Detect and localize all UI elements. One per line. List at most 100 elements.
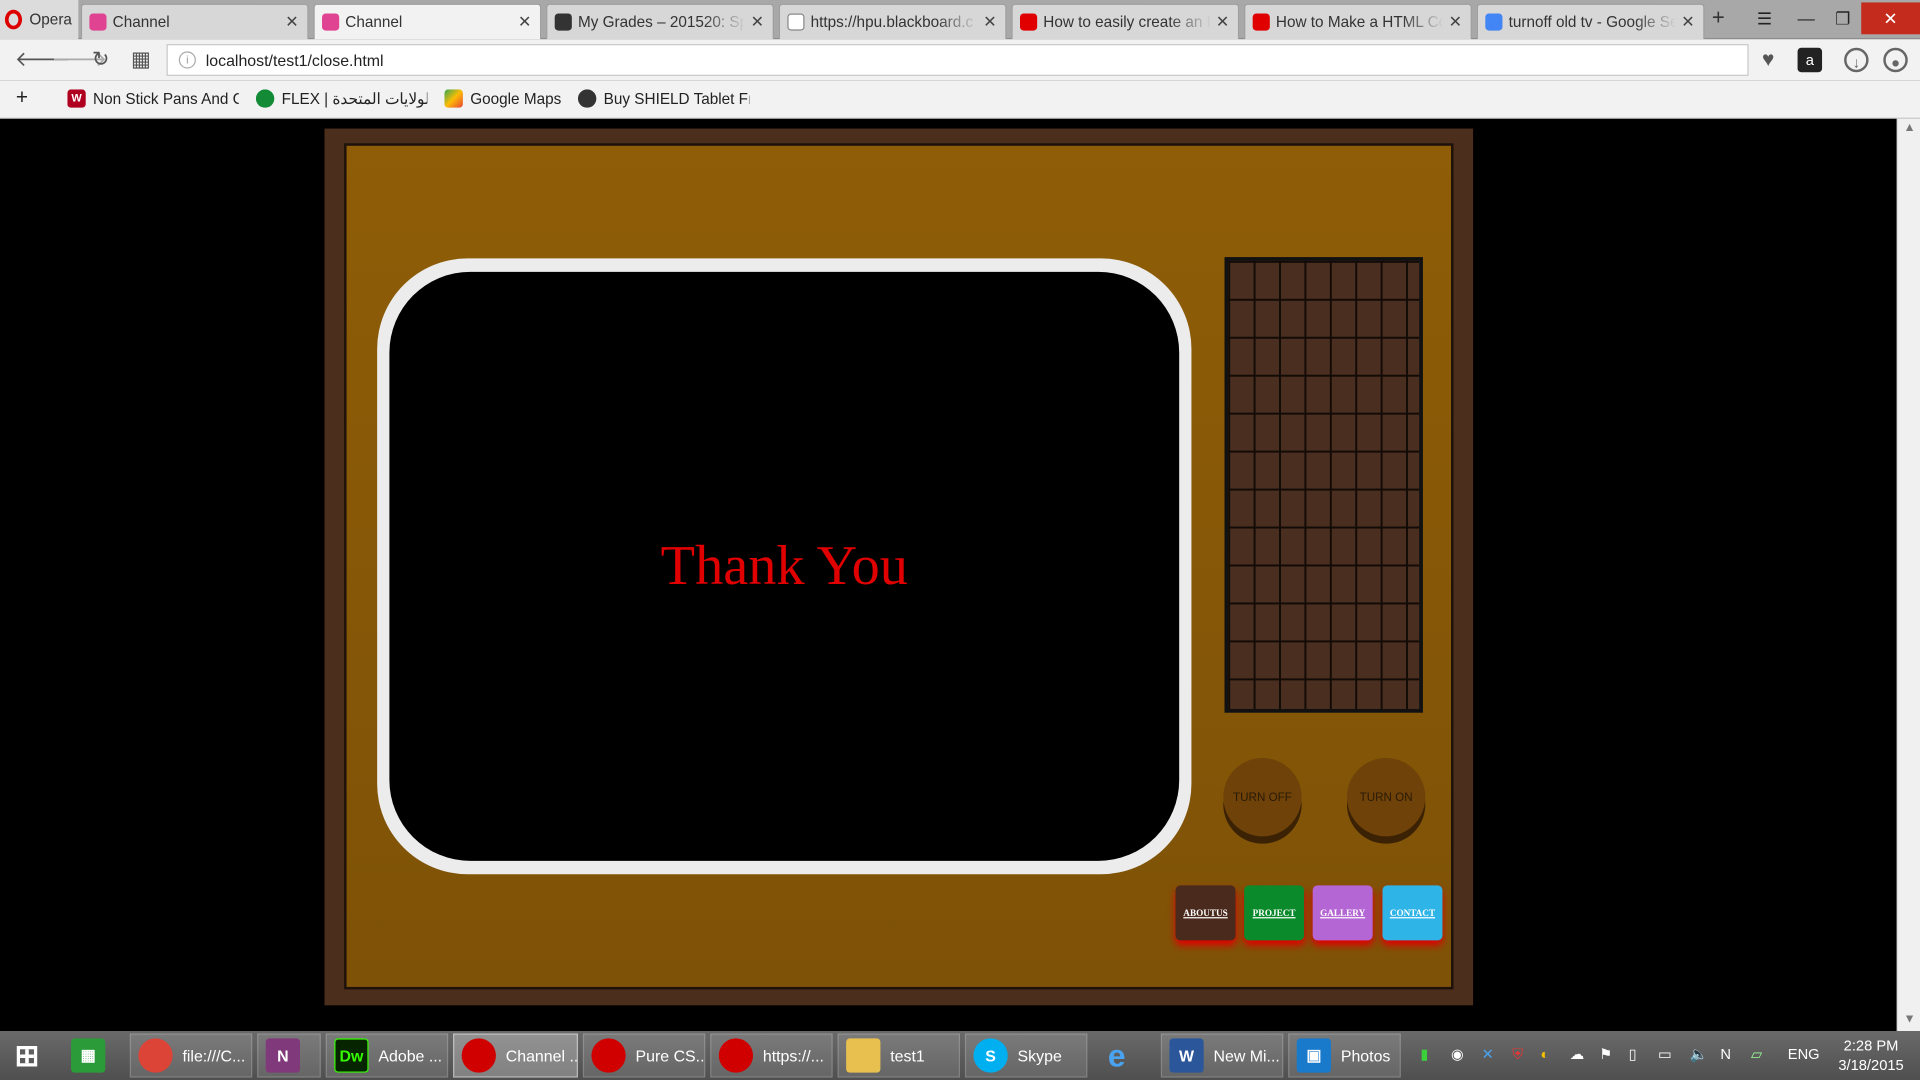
url-field[interactable]: i localhost/test1/close.html xyxy=(166,44,1749,76)
taskbar-item-ie[interactable]: e xyxy=(1092,1033,1156,1077)
tab-channel-1[interactable]: Channel ✕ xyxy=(80,3,309,40)
scroll-down-icon[interactable]: ▼ xyxy=(1898,1013,1920,1026)
clock-time: 2:28 PM xyxy=(1843,1037,1899,1055)
tab-youtube-2[interactable]: How to Make a HTML Co ✕ xyxy=(1244,3,1472,40)
turn-on-button[interactable]: TURN ON xyxy=(1346,757,1426,837)
tab-title: My Grades – 201520: Spr xyxy=(577,13,746,31)
tray-n-icon[interactable]: N xyxy=(1720,1046,1731,1063)
bookmark-flex[interactable]: FLEX | الولايات المتحدة xyxy=(255,89,428,108)
tab-blackboard[interactable]: https://hpu.blackboard.c ✕ xyxy=(778,3,1007,40)
project-button[interactable]: PROJECT xyxy=(1244,885,1305,941)
opera-logo-icon xyxy=(4,9,23,30)
folder-icon xyxy=(846,1038,881,1073)
close-window-icon[interactable]: ✕ xyxy=(1861,2,1920,35)
close-tab-icon[interactable]: ✕ xyxy=(1449,12,1464,32)
minimize-icon[interactable]: — xyxy=(1788,2,1825,34)
system-clock[interactable]: 2:28 PM 3/18/2015 xyxy=(1832,1036,1910,1075)
taskbar-item-word[interactable]: W New Mi... xyxy=(1160,1033,1284,1078)
taskbar-label: Adobe ... xyxy=(378,1046,443,1065)
site-info-icon[interactable]: i xyxy=(178,51,196,69)
close-tab-icon[interactable]: ✕ xyxy=(518,12,533,32)
taskbar-label: Skype xyxy=(1017,1046,1062,1065)
photos-icon: ▣ xyxy=(1296,1038,1332,1073)
taskbar-item-dreamweaver[interactable]: Dw Adobe ... xyxy=(325,1033,449,1078)
onedrive-icon[interactable]: ☁ xyxy=(1570,1046,1585,1063)
tab-channel-2[interactable]: Channel ✕ xyxy=(313,3,542,40)
add-bookmark-icon[interactable]: + xyxy=(16,86,28,110)
heart-icon[interactable]: ♥ xyxy=(1756,48,1780,72)
about-us-button[interactable]: ABOUTUS xyxy=(1175,885,1236,941)
wc-favicon-icon: W xyxy=(67,89,86,108)
bookmark-label: Buy SHIELD Tablet Fr xyxy=(603,90,750,108)
taskbar-item-photos[interactable]: ▣ Photos xyxy=(1288,1033,1401,1078)
tv-screen: Thank You xyxy=(389,271,1180,861)
taskbar-label: Pure CS... xyxy=(635,1046,706,1065)
clock-date: 3/18/2015 xyxy=(1838,1056,1904,1074)
bookmark-non-stick-pans[interactable]: W Non Stick Pans And C xyxy=(67,89,239,108)
bookmark-label: FLEX | الولايات المتحدة xyxy=(281,90,428,108)
page-favicon-icon xyxy=(787,13,805,31)
download-icon[interactable]: ↓ xyxy=(1844,47,1869,73)
gallery-button[interactable]: GALLERY xyxy=(1312,885,1373,941)
account-icon[interactable]: ● xyxy=(1883,47,1908,73)
tab-google-search[interactable]: turnoff old tv - Google Se ✕ xyxy=(1476,3,1705,40)
taskbar-store[interactable]: ▦ xyxy=(64,1033,125,1077)
tab-youtube-1[interactable]: How to easily create an E ✕ xyxy=(1011,3,1240,40)
contact-button[interactable]: CONTACT xyxy=(1382,885,1443,941)
url-text: localhost/test1/close.html xyxy=(205,50,384,70)
turn-off-button[interactable]: TURN OFF xyxy=(1223,757,1302,837)
youtube-favicon-icon xyxy=(1252,13,1270,31)
taskbar-item-onenote[interactable]: N xyxy=(257,1033,321,1078)
opera-icon xyxy=(718,1038,754,1073)
speaker-grille xyxy=(1224,257,1423,713)
opera-menu-label: Opera xyxy=(29,11,72,29)
taskbar-item-opera-channel[interactable]: Channel ... xyxy=(453,1033,578,1078)
tray-cross-icon[interactable]: ✕ xyxy=(1482,1046,1494,1063)
taskbar-item-chrome[interactable]: file:///C... xyxy=(129,1033,253,1078)
turn-off-label: TURN OFF xyxy=(1233,790,1292,804)
project-label: PROJECT xyxy=(1252,907,1296,919)
new-tab-icon[interactable]: + xyxy=(1712,5,1725,31)
taskbar-item-opera-css[interactable]: Pure CS... xyxy=(582,1033,706,1078)
scroll-up-icon[interactable]: ▲ xyxy=(1898,121,1920,134)
tray-app-icon[interactable]: ▮ xyxy=(1420,1046,1428,1063)
tab-title: https://hpu.blackboard.c xyxy=(810,13,974,31)
speed-dial-icon[interactable]: ▦ xyxy=(131,48,151,72)
taskbar-item-skype[interactable]: S Skype xyxy=(964,1033,1088,1078)
action-center-flag-icon[interactable]: ⚑ xyxy=(1599,1046,1612,1063)
tab-title: Channel xyxy=(345,13,403,31)
amazon-icon[interactable]: a xyxy=(1797,47,1823,73)
bookmark-google-maps[interactable]: Google Maps xyxy=(444,89,566,108)
tray-shield-icon[interactable]: ⛨ xyxy=(1512,1046,1523,1064)
battery-icon[interactable]: ▯ xyxy=(1629,1046,1637,1063)
youtube-favicon-icon xyxy=(1020,13,1038,31)
tray-eye-icon[interactable]: ◉ xyxy=(1451,1046,1464,1063)
bookmark-shield-tablet[interactable]: Buy SHIELD Tablet Fr xyxy=(577,89,750,108)
reload-icon[interactable]: ↻ xyxy=(92,48,109,72)
close-tab-icon[interactable]: ✕ xyxy=(983,12,998,32)
close-tab-icon[interactable]: ✕ xyxy=(1681,12,1696,32)
tab-my-grades[interactable]: My Grades – 201520: Spr ✕ xyxy=(546,3,774,40)
taskbar-label: file:///C... xyxy=(182,1046,246,1065)
tray-norton-icon[interactable]: ◐ xyxy=(1540,1046,1549,1063)
volume-icon[interactable]: 🔈 xyxy=(1690,1046,1708,1063)
tab-bar: Opera Channel ✕ Channel ✕ My Grades – 20… xyxy=(0,0,1920,40)
bookmark-label: Non Stick Pans And C xyxy=(93,90,239,108)
vertical-scrollbar[interactable]: ▲ ▼ xyxy=(1896,118,1920,1032)
close-tab-icon[interactable]: ✕ xyxy=(285,12,300,32)
tab-menu-icon[interactable]: ☰ xyxy=(1746,2,1783,34)
tray-notes-icon[interactable]: ▱ xyxy=(1751,1046,1762,1063)
address-bar: 🡐 🡒 ↻ ▦ i localhost/test1/close.html ♥ a… xyxy=(0,39,1920,81)
taskbar-item-opera-https[interactable]: https://... xyxy=(710,1033,833,1078)
close-tab-icon[interactable]: ✕ xyxy=(1216,12,1231,32)
maximize-icon[interactable]: ❐ xyxy=(1825,2,1862,34)
taskbar-item-folder[interactable]: test1 xyxy=(837,1033,961,1078)
opera-menu-button[interactable]: Opera xyxy=(0,0,79,40)
onenote-icon: N xyxy=(265,1038,301,1073)
taskbar-label: test1 xyxy=(890,1046,925,1065)
network-icon[interactable]: ▭ xyxy=(1658,1046,1672,1063)
close-tab-icon[interactable]: ✕ xyxy=(751,12,766,32)
start-button[interactable]: ⊞ xyxy=(2,1033,58,1077)
taskbar-label: Channel ... xyxy=(505,1046,578,1065)
language-indicator[interactable]: ENG xyxy=(1788,1046,1820,1063)
